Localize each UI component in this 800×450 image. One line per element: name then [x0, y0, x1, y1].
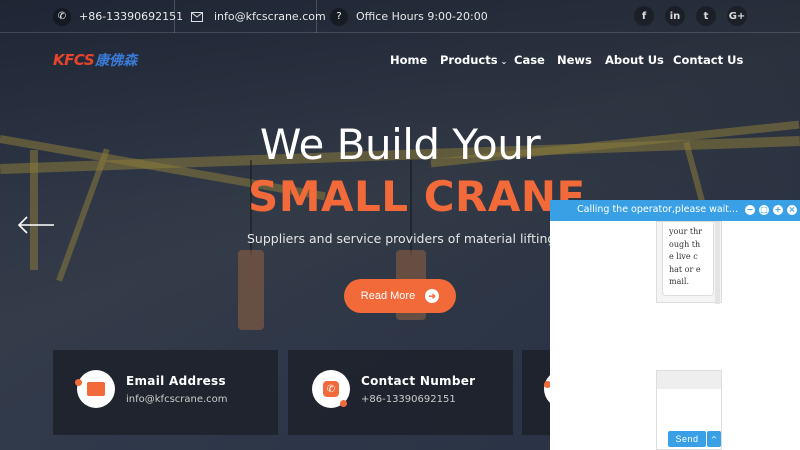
read-more-button[interactable]: Read More ➜ — [344, 279, 456, 313]
message-line: your thr — [669, 227, 703, 236]
facebook-icon[interactable]: f — [634, 6, 654, 26]
nav-case[interactable]: Case — [514, 53, 545, 67]
close-icon[interactable]: × — [787, 205, 797, 215]
live-chat-widget: Calling the operator,please wait... − □ … — [550, 200, 800, 450]
send-button[interactable]: Send — [668, 431, 706, 447]
restore-icon[interactable]: □ — [759, 205, 769, 215]
site-logo[interactable]: KFCS 康佛森 — [53, 50, 137, 70]
chat-toolbar — [657, 371, 721, 389]
message-line: hat or e — [669, 264, 701, 274]
info-card-email: Email Address info@kfcscrane.com — [53, 350, 278, 435]
hero-highlight: SMALL CRANE — [248, 172, 586, 221]
topbar-phone[interactable]: ✆ +86-13390692151 — [53, 0, 183, 33]
message-line: mail. — [669, 277, 690, 286]
chevron-down-icon: ⌄ — [500, 57, 508, 66]
nav-home[interactable]: Home — [390, 53, 427, 67]
google-plus-icon[interactable]: G+ — [727, 6, 747, 26]
divider — [174, 0, 175, 33]
chat-title: Calling the operator,please wait... — [577, 204, 739, 215]
google-plus-glyph: G+ — [728, 10, 746, 22]
chat-scrollbar[interactable] — [715, 222, 720, 304]
info-card-partial — [522, 350, 582, 435]
nav-products[interactable]: Products ⌄ — [440, 53, 507, 67]
topbar-hours: ? Office Hours 9:00-20:00 — [330, 0, 488, 33]
logo-chinese: 康佛森 — [95, 53, 138, 69]
chat-input-area[interactable]: Send ^ — [656, 370, 722, 450]
phone-icon: ✆ — [53, 7, 71, 26]
card-title: Contact Number — [361, 374, 476, 388]
linkedin-glyph: in — [669, 10, 681, 22]
accent-dot — [340, 400, 347, 407]
send-options-button[interactable]: ^ — [707, 431, 721, 447]
topbar-hours-text: Office Hours 9:00-20:00 — [356, 10, 488, 23]
divider — [316, 0, 317, 33]
envelope-icon — [188, 8, 206, 26]
minimize-icon[interactable]: − — [745, 205, 755, 215]
accent-dot — [75, 379, 82, 386]
slider-prev-arrow-icon[interactable] — [16, 214, 56, 236]
info-card-phone: ✆ Contact Number +86-13390692151 — [288, 350, 513, 435]
chat-message-bubble: your thr ough th e live c hat or e mail. — [662, 222, 714, 296]
hero-heading: We Build Your — [259, 120, 541, 169]
envelope-icon — [77, 370, 115, 408]
nav-products-label: Products — [440, 53, 498, 67]
nav-contact[interactable]: Contact Us — [673, 53, 743, 67]
chat-header: Calling the operator,please wait... − □ … — [550, 200, 800, 221]
twitter-icon[interactable]: t — [696, 6, 716, 26]
card-title: Email Address — [126, 374, 226, 388]
message-line: ough th — [669, 239, 701, 249]
topbar-email-text: info@kfcscrane.com — [214, 10, 326, 23]
facebook-glyph: f — [641, 10, 647, 22]
read-more-label: Read More — [360, 290, 416, 302]
twitter-glyph: t — [703, 10, 709, 22]
logo-latin: KFCS — [53, 51, 95, 69]
topbar-email[interactable]: info@kfcscrane.com — [188, 0, 326, 33]
card-value[interactable]: info@kfcscrane.com — [126, 394, 228, 405]
topbar-phone-text: +86-13390692151 — [79, 10, 184, 23]
nav-news[interactable]: News — [557, 53, 592, 67]
nav-about[interactable]: About Us — [605, 53, 664, 67]
arrow-right-icon: ➜ — [425, 289, 440, 303]
crane-hoist — [238, 250, 264, 330]
card-value[interactable]: +86-13390692151 — [361, 394, 456, 405]
message-line: e live c — [669, 252, 698, 261]
chat-message-area: your thr ough th e live c hat or e mail. — [656, 221, 722, 304]
question-icon: ? — [330, 7, 348, 26]
maximize-icon[interactable]: + — [773, 205, 783, 215]
top-bar: ✆ +86-13390692151 info@kfcscrane.com ? O… — [0, 0, 800, 33]
linkedin-icon[interactable]: in — [665, 6, 685, 26]
